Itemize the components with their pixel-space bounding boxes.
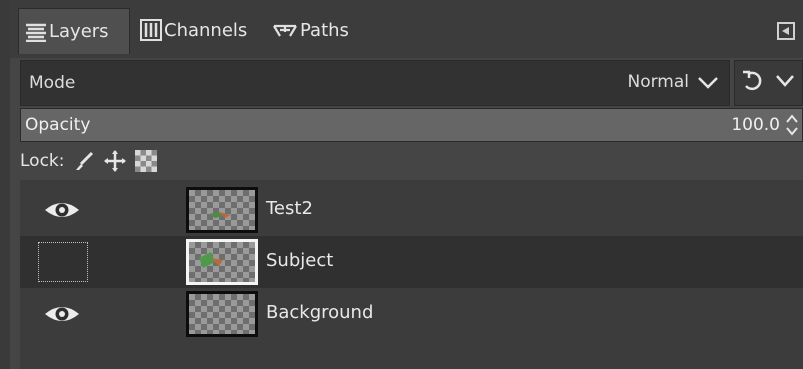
layers-icon [25, 22, 47, 42]
mode-label: Mode [29, 73, 76, 93]
opacity-slider[interactable]: Opacity 100.0 [20, 108, 803, 142]
tab-layers-label: Layers [49, 21, 109, 42]
mode-select[interactable]: Mode Normal [20, 60, 730, 106]
left-border [0, 0, 10, 369]
chevron-down-icon [695, 69, 721, 102]
layer-thumbnail [186, 239, 258, 285]
paintbrush-icon[interactable] [73, 150, 95, 172]
tab-layers[interactable]: Layers [18, 8, 130, 54]
mode-row: Mode Normal [20, 60, 803, 106]
layer-name: Subject [266, 250, 334, 271]
channels-icon [140, 19, 162, 41]
opacity-label: Opacity [25, 115, 91, 135]
spinner-arrows-icon[interactable] [784, 111, 800, 139]
layer-row-test2[interactable]: Test2 [20, 184, 803, 236]
eye-icon[interactable] [42, 196, 82, 224]
undo-arrow-icon [740, 68, 764, 99]
layers-dock: Layers Channels Paths Mode Normal Opacit… [10, 0, 803, 369]
layer-name: Test2 [266, 198, 313, 219]
layer-thumbnail [186, 187, 258, 233]
composite-mode-button[interactable] [734, 60, 803, 106]
paths-icon [272, 20, 298, 40]
chevron-down-icon [773, 68, 797, 99]
tab-channels-label: Channels [164, 19, 248, 41]
lock-row: Lock: [20, 146, 165, 176]
visibility-toggle[interactable] [38, 242, 88, 282]
move-icon[interactable] [103, 149, 127, 173]
layer-list: Test2 Subject Background [20, 180, 803, 369]
layer-row-subject[interactable]: Subject [20, 236, 803, 288]
tab-paths[interactable]: Paths [266, 8, 356, 52]
dock-menu-button[interactable] [777, 22, 795, 40]
layer-thumbnail [186, 291, 258, 337]
tab-channels[interactable]: Channels [134, 8, 264, 52]
layer-name: Background [266, 302, 374, 323]
tab-bar: Layers Channels Paths [10, 0, 803, 58]
layer-row-background[interactable]: Background [20, 288, 803, 340]
opacity-fill [21, 109, 802, 141]
tab-paths-label: Paths [300, 19, 349, 41]
checkerboard-icon[interactable] [134, 150, 157, 172]
opacity-value: 100.0 [731, 115, 780, 135]
lock-label: Lock: [20, 151, 65, 171]
mode-value: Normal [627, 72, 689, 92]
eye-icon[interactable] [42, 300, 82, 328]
